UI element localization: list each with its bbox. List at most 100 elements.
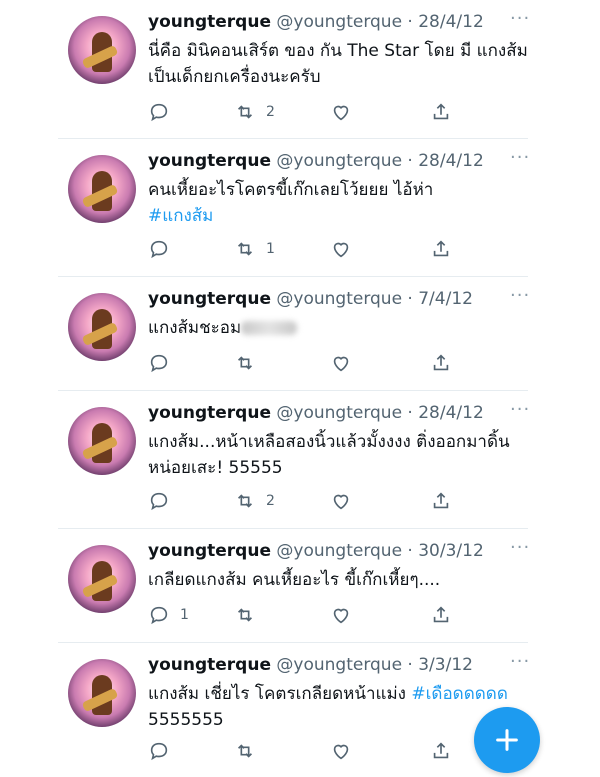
share-icon [433, 492, 449, 509]
tweet-text: แกงส้มชะอม [148, 315, 528, 341]
more-options-icon[interactable]: ··· [510, 8, 530, 29]
more-options-icon[interactable]: ··· [510, 537, 530, 558]
tweet-body: เกลียดแกงส้ม คนเหี้ยอะไร ขี้เก๊กเหี้ยๆ..… [148, 570, 441, 590]
tweet[interactable]: youngterque @youngterque · 28/4/12 ··· น… [58, 0, 530, 139]
heart-icon [333, 744, 349, 760]
share-icon [433, 354, 449, 371]
share-icon [433, 103, 449, 120]
tweet-body: คนเหี้ยอะไรโคตรขี้เก๊กเลยโว้ยยย ไอ้ห่า [148, 180, 434, 200]
like-button[interactable] [330, 603, 352, 627]
tweet-actions [148, 739, 508, 763]
handle-and-date: @youngterque · 3/3/12 [276, 655, 473, 675]
like-button[interactable] [330, 489, 352, 513]
tweet-header: youngterque @youngterque · 7/4/12 [148, 289, 473, 309]
retweet-button[interactable] [234, 603, 266, 627]
heart-icon [333, 356, 349, 372]
share-icon [433, 606, 449, 623]
hashtag-link[interactable]: #แกงส้ม [148, 206, 213, 226]
share-button[interactable] [430, 739, 452, 763]
share-button[interactable] [430, 603, 452, 627]
retweet-icon [237, 242, 253, 256]
share-button[interactable] [430, 489, 452, 513]
like-button[interactable] [330, 100, 352, 124]
tweet[interactable]: youngterque @youngterque · 28/4/12 ··· แ… [58, 391, 530, 529]
like-button[interactable] [330, 237, 352, 261]
blurred-text [241, 321, 298, 335]
handle-and-date: @youngterque · 30/3/12 [276, 541, 484, 561]
reply-button[interactable] [148, 351, 180, 375]
retweet-button[interactable]: 1 [234, 237, 275, 261]
tweet[interactable]: youngterque @youngterque · 28/4/12 ··· ค… [58, 139, 530, 277]
tweet-text: แกงส้ม เชี่ยไร โคตรเกลียดหน้าแม่ง #เดือด… [148, 681, 528, 733]
reply-icon [150, 742, 168, 761]
tweet-body-end: 5555555 [148, 710, 224, 730]
display-name[interactable]: youngterque [148, 151, 271, 171]
tweet[interactable]: youngterque @youngterque · 30/3/12 ··· เ… [58, 529, 530, 643]
tweet-header: youngterque @youngterque · 30/3/12 [148, 541, 484, 561]
more-options-icon[interactable]: ··· [510, 399, 530, 420]
heart-icon [333, 494, 349, 510]
tweet-header: youngterque @youngterque · 28/4/12 [148, 403, 484, 423]
like-button[interactable] [330, 739, 352, 763]
reply-button[interactable] [148, 100, 180, 124]
share-button[interactable] [430, 351, 452, 375]
retweet-icon [237, 356, 253, 370]
more-options-icon[interactable]: ··· [510, 285, 530, 306]
display-name[interactable]: youngterque [148, 655, 271, 675]
reply-icon [150, 606, 168, 625]
heart-icon [333, 242, 349, 258]
tweet-header: youngterque @youngterque · 3/3/12 [148, 655, 473, 675]
tweet-text: นี่คือ มินิคอนเสิร์ต ของ กัน The Star โด… [148, 38, 528, 90]
more-options-icon[interactable]: ··· [510, 147, 530, 168]
tweet-header: youngterque @youngterque · 28/4/12 [148, 12, 484, 32]
share-button[interactable] [430, 237, 452, 261]
display-name[interactable]: youngterque [148, 12, 271, 32]
retweet-button[interactable] [234, 351, 266, 375]
retweet-icon [237, 105, 253, 119]
tweet-actions: 1 [148, 237, 508, 261]
handle-and-date: @youngterque · 28/4/12 [276, 403, 484, 423]
tweet-text: คนเหี้ยอะไรโคตรขี้เก๊กเลยโว้ยยย ไอ้ห่า #… [148, 177, 528, 229]
plus-icon [496, 729, 518, 751]
share-icon [433, 742, 449, 759]
avatar[interactable] [68, 16, 136, 84]
avatar[interactable] [68, 155, 136, 223]
share-button[interactable] [430, 100, 452, 124]
retweet-icon [237, 744, 253, 758]
display-name[interactable]: youngterque [148, 541, 271, 561]
tweet-body: แกงส้ม...หน้าเหลือสองนิ้วแล้วมั้งงงง ติ่… [148, 432, 510, 478]
more-options-icon[interactable]: ··· [510, 651, 530, 672]
reply-button[interactable] [148, 489, 180, 513]
retweet-icon [237, 494, 253, 508]
reply-icon [150, 240, 168, 259]
tweet[interactable]: youngterque @youngterque · 7/4/12 ··· แก… [58, 277, 530, 391]
hashtag-link[interactable]: #เดือดดดดด [411, 684, 508, 704]
retweet-button[interactable]: 2 [234, 100, 275, 124]
tweet-text: เกลียดแกงส้ม คนเหี้ยอะไร ขี้เก๊กเหี้ยๆ..… [148, 567, 528, 593]
like-button[interactable] [330, 351, 352, 375]
reply-icon [150, 492, 168, 511]
reply-button[interactable] [148, 237, 180, 261]
tweet-actions: 2 [148, 489, 508, 513]
tweet-body: นี่คือ มินิคอนเสิร์ต ของ กัน The Star โด… [148, 41, 528, 87]
tweet-actions: 2 [148, 100, 508, 124]
share-icon [433, 240, 449, 257]
retweet-count: 2 [266, 104, 275, 120]
handle-and-date: @youngterque · 7/4/12 [276, 289, 473, 309]
retweet-count: 2 [266, 493, 275, 509]
avatar[interactable] [68, 293, 136, 361]
reply-icon [150, 354, 168, 373]
reply-button[interactable] [148, 739, 180, 763]
avatar[interactable] [68, 659, 136, 727]
avatar[interactable] [68, 407, 136, 475]
tweet[interactable]: youngterque @youngterque · 3/3/12 ··· แก… [58, 643, 530, 777]
retweet-button[interactable] [234, 739, 266, 763]
avatar[interactable] [68, 545, 136, 613]
tweet-text: แกงส้ม...หน้าเหลือสองนิ้วแล้วมั้งงงง ติ่… [148, 429, 528, 481]
compose-tweet-button[interactable] [474, 707, 540, 773]
display-name[interactable]: youngterque [148, 289, 271, 309]
reply-button[interactable]: 1 [148, 603, 189, 627]
display-name[interactable]: youngterque [148, 403, 271, 423]
tweet-body: แกงส้มชะอม [148, 318, 242, 338]
retweet-button[interactable]: 2 [234, 489, 275, 513]
